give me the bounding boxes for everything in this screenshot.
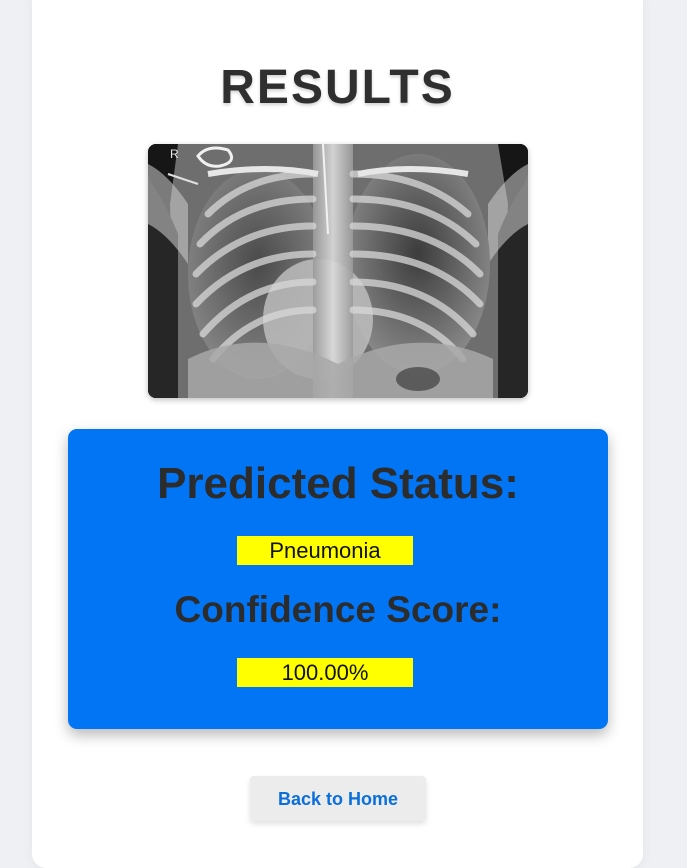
score-heading: Confidence Score: [174, 589, 502, 630]
results-card: RESULTS R Predicted Status: Pneumonia Co… [32, 0, 643, 868]
status-value: Pneumonia [237, 536, 413, 565]
back-to-home-button[interactable]: Back to Home [250, 776, 426, 821]
chest-xray-image: R [148, 144, 528, 398]
status-heading: Predicted Status: [157, 459, 519, 508]
score-value: 100.00% [237, 658, 413, 687]
xray-marker-label: R [170, 147, 179, 161]
page-title: RESULTS [220, 61, 455, 114]
prediction-panel: Predicted Status: Pneumonia Confidence S… [68, 429, 608, 729]
